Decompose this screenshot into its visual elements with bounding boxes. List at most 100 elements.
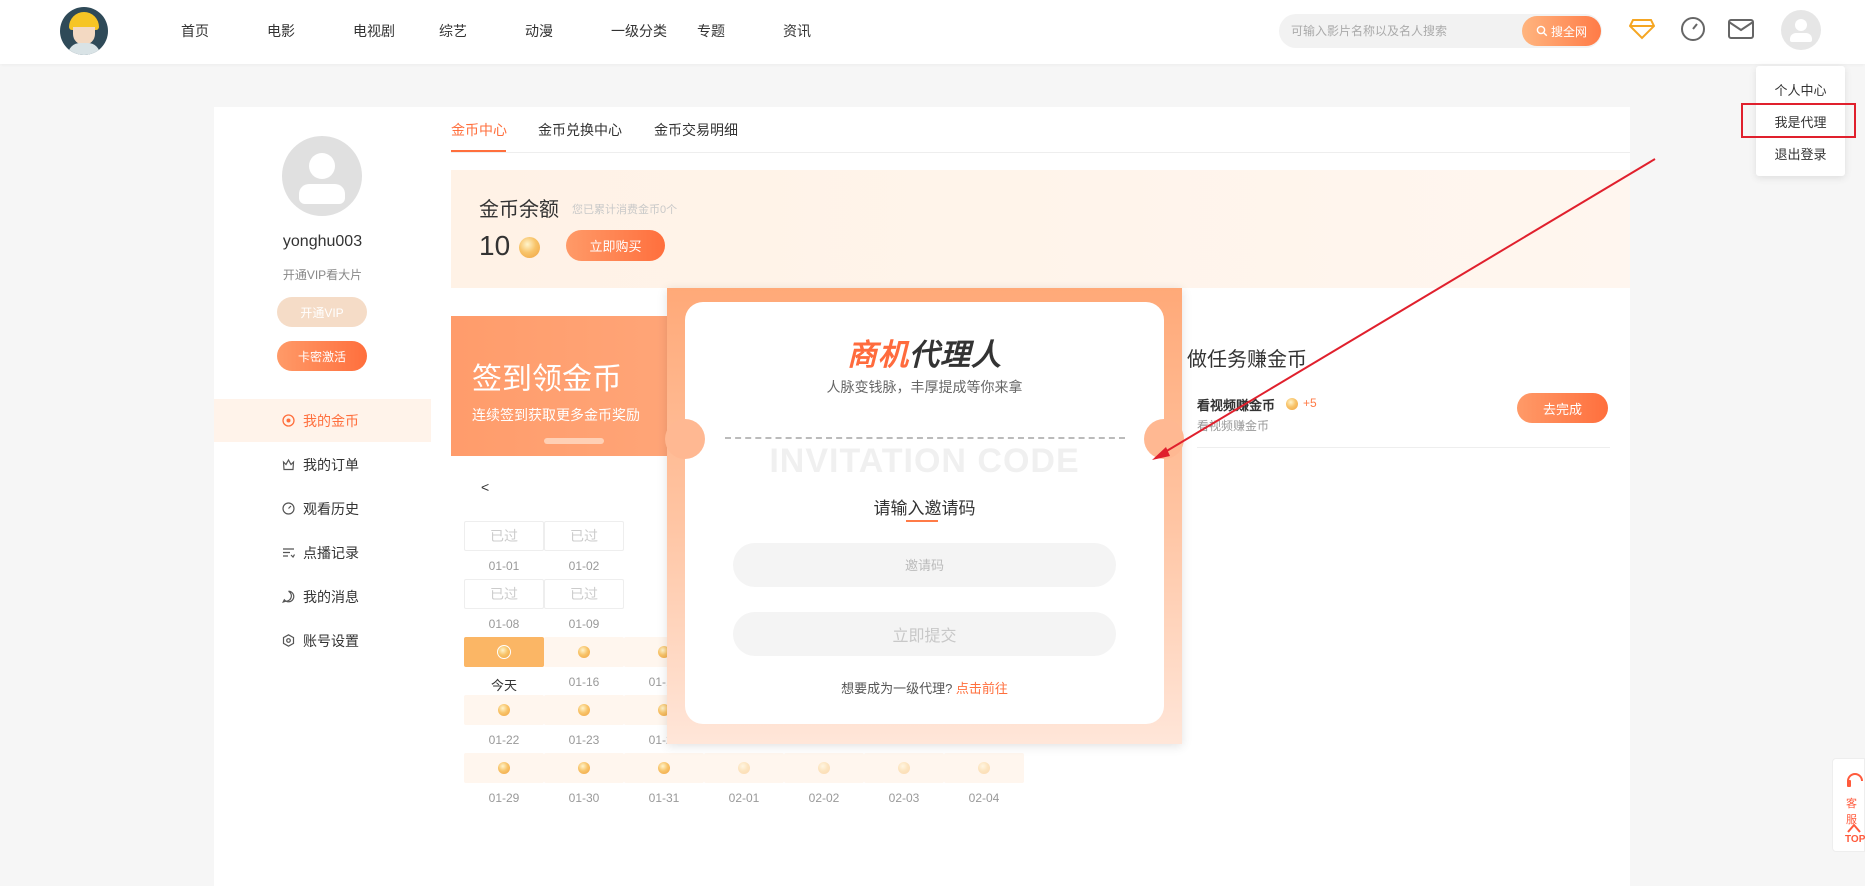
diamond-icon[interactable] <box>1628 15 1656 43</box>
buy-now-button[interactable]: 立即购买 <box>566 230 665 261</box>
search-button-label: 搜全网 <box>1550 24 1587 39</box>
coin-icon <box>498 704 510 716</box>
calendar-day-box[interactable] <box>624 753 704 783</box>
calendar-day-date: 02-04 <box>968 791 1000 805</box>
sidebar-item-label: 我的订单 <box>303 456 359 473</box>
task-divider <box>1197 447 1610 448</box>
signin-subtitle: 连续签到获取更多金币奖励 <box>472 407 640 423</box>
task-reward: +5 <box>1303 396 1317 410</box>
invitation-code-input[interactable] <box>733 543 1116 587</box>
search-bar: 搜全网 <box>1279 14 1602 48</box>
become-agent-line: 想要成为一级代理? 点击前往 <box>685 678 1164 697</box>
menu-item-personal-center[interactable]: 个人中心 <box>1756 80 1845 99</box>
calendar-day-box[interactable] <box>464 753 544 783</box>
calendar-day-date: 今天 <box>490 678 517 693</box>
calendar-day-box[interactable] <box>544 695 624 725</box>
code-title: 请输入邀请码 <box>873 499 976 518</box>
calendar-day-box[interactable]: 已过 <box>464 521 544 551</box>
submit-button[interactable]: 立即提交 <box>733 612 1116 656</box>
order-icon <box>282 458 295 471</box>
calendar-day-box[interactable] <box>544 637 624 667</box>
calendar-day-date: 02-03 <box>888 791 920 805</box>
calendar-day-box[interactable] <box>784 753 864 783</box>
calendar-day-box[interactable] <box>544 753 624 783</box>
coin-target-icon <box>282 414 295 427</box>
nav-news[interactable]: 资讯 <box>783 21 811 41</box>
nav-tv[interactable]: 电视剧 <box>353 21 395 41</box>
menu-item-logout[interactable]: 退出登录 <box>1756 144 1845 163</box>
sidebar-item-history[interactable]: 观看历史 <box>214 487 431 530</box>
mail-icon[interactable] <box>1727 15 1755 43</box>
task-complete-button[interactable]: 去完成 <box>1517 393 1608 423</box>
site-logo[interactable] <box>60 7 108 55</box>
agent-brand-title: 商机代理人 <box>685 330 1164 374</box>
search-input[interactable] <box>1291 14 1491 48</box>
sidebar-item-messages[interactable]: 我的消息 <box>214 575 431 618</box>
search-icon <box>1536 25 1548 37</box>
nav-topics[interactable]: 专题 <box>697 21 725 41</box>
headset-icon[interactable] <box>1845 769 1865 791</box>
become-agent-question: 想要成为一级代理? <box>841 681 953 696</box>
clock-icon <box>282 502 295 515</box>
calendar-day-date: 01-09 <box>568 617 600 631</box>
sidebar-item-label: 账号设置 <box>303 632 359 649</box>
code-title-underline <box>906 520 938 522</box>
sidebar-item-settings[interactable]: 账号设置 <box>214 619 431 662</box>
signin-progress-bar <box>544 438 604 444</box>
nav-home[interactable]: 首页 <box>181 21 209 41</box>
become-agent-link[interactable]: 点击前往 <box>956 681 1008 696</box>
user-avatar-icon[interactable] <box>1781 10 1821 50</box>
nav-movie[interactable]: 电影 <box>267 21 295 41</box>
coin-icon <box>978 762 990 774</box>
ticket-dashed-divider <box>725 437 1125 439</box>
nav-category[interactable]: 一级分类 <box>611 21 667 41</box>
calendar-day-date: 01-31 <box>648 791 680 805</box>
calendar-day-box[interactable] <box>864 753 944 783</box>
task-description: 看视频赚金币 <box>1197 419 1270 433</box>
top-header: 首页 电影 电视剧 综艺 动漫 一级分类 专题 资讯 搜全网 <box>0 0 1865 64</box>
coin-icon <box>578 646 590 658</box>
calendar-day-box[interactable]: 已过 <box>544 521 624 551</box>
sidebar-item-vod-records[interactable]: 点播记录 <box>214 531 431 574</box>
calendar-day-box[interactable] <box>704 753 784 783</box>
sidebar-item-my-coins[interactable]: 我的金币 <box>214 399 431 442</box>
calendar-day-date: 02-01 <box>728 791 760 805</box>
invitation-code-modal: 商机代理人 人脉变钱脉，丰厚提成等你来拿 INVITATION CODE 请输入… <box>665 288 1184 744</box>
coin-icon <box>578 704 590 716</box>
calendar-day-box[interactable]: 已过 <box>544 579 624 609</box>
calendar-day-date: 01-16 <box>568 675 600 689</box>
coin-icon <box>497 645 511 659</box>
calendar-day-box[interactable]: 已过 <box>464 579 544 609</box>
coin-icon <box>1286 398 1298 410</box>
coin-icon <box>498 762 510 774</box>
calendar-day-box[interactable] <box>464 695 544 725</box>
message-icon <box>282 590 295 603</box>
calendar-day-date: 01-02 <box>568 559 600 573</box>
sidebar-item-my-orders[interactable]: 我的订单 <box>214 443 431 486</box>
tab-coin-transactions[interactable]: 金币交易明细 <box>654 120 738 140</box>
nav-variety[interactable]: 综艺 <box>439 21 467 41</box>
card-activate-button[interactable]: 卡密激活 <box>277 341 367 371</box>
back-to-top-label[interactable]: TOP <box>1845 834 1865 845</box>
calendar-day-date: 01-22 <box>488 733 520 747</box>
calendar-day-box[interactable] <box>464 637 544 667</box>
tab-active-indicator <box>451 150 506 152</box>
brand-part-1: 商机 <box>847 339 909 372</box>
calendar-day-date: 01-01 <box>488 559 520 573</box>
tab-coin-exchange[interactable]: 金币兑换中心 <box>538 120 622 140</box>
vip-tip-text: 开通VIP看大片 <box>282 268 363 282</box>
nav-anime[interactable]: 动漫 <box>525 21 553 41</box>
calendar-day-box[interactable] <box>944 753 1024 783</box>
invitation-watermark: INVITATION CODE <box>769 442 1080 480</box>
tab-coin-center[interactable]: 金币中心 <box>451 120 507 140</box>
agent-slogan: 人脉变钱脉，丰厚提成等你来拿 <box>826 379 1023 395</box>
sidebar-item-label: 观看历史 <box>303 500 359 517</box>
username: yonghu003 <box>282 233 363 250</box>
back-to-top-icon[interactable] <box>1847 823 1861 833</box>
balance-title: 金币余额 <box>479 199 559 221</box>
profile-avatar[interactable] <box>282 136 362 216</box>
history-clock-icon[interactable] <box>1679 15 1707 43</box>
calendar-prev-button[interactable]: < <box>481 479 489 495</box>
open-vip-button[interactable]: 开通VIP <box>277 297 367 327</box>
search-button[interactable]: 搜全网 <box>1522 16 1601 46</box>
